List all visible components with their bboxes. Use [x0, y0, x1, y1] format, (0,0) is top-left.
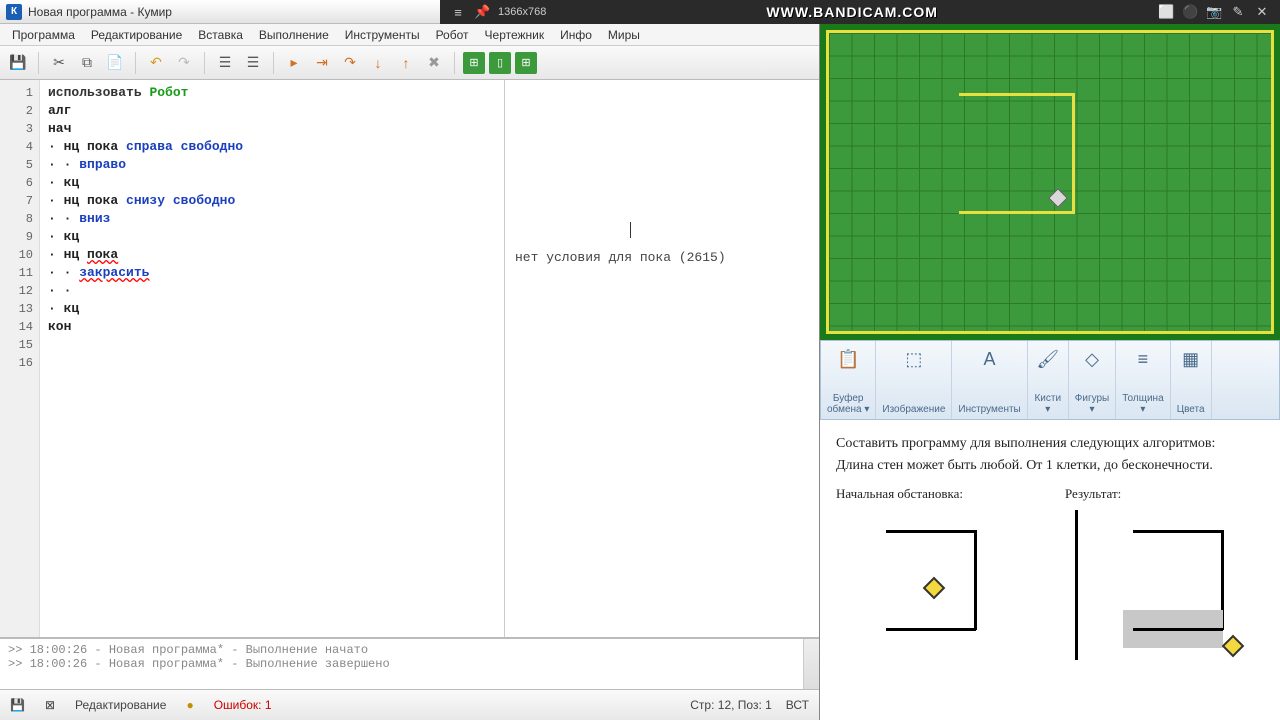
ribbon-label: Толщина▾ — [1122, 393, 1163, 415]
status-errors: Ошибок: 1 — [214, 698, 272, 712]
task-fig-before — [836, 510, 1006, 650]
ribbon-буфер[interactable]: 📋 Буферобмена ▾ — [821, 341, 876, 419]
step-out-icon[interactable]: ↑ — [394, 51, 418, 75]
task-fig-after — [1065, 510, 1235, 650]
paint-ribbon: 📋 Буферобмена ▾ ⬚ Изображение A Инструменты 🖌 К… — [820, 340, 1280, 420]
ribbon-icon: ▦ — [1177, 345, 1205, 373]
wall-top — [959, 93, 1074, 96]
ribbon-кисти[interactable]: 🖌 Кисти▾ — [1028, 341, 1069, 419]
ribbon-icon: 📋 — [834, 345, 862, 373]
redo-icon[interactable]: ↷ — [172, 51, 196, 75]
ribbon-инструменты[interactable]: A Инструменты — [952, 341, 1027, 419]
robot-actor-icon — [1048, 188, 1068, 208]
step-into-icon[interactable]: ↓ — [366, 51, 390, 75]
resolution-label: 1366x768 — [498, 6, 546, 18]
ribbon-фигуры[interactable]: ◇ Фигуры▾ — [1069, 341, 1116, 419]
kumir-logo-icon: К — [6, 4, 22, 20]
stop-icon[interactable]: ✖ — [422, 51, 446, 75]
discard-icon[interactable]: ⊠ — [45, 698, 55, 712]
ribbon-icon: ◇ — [1078, 345, 1106, 373]
line-gutter: 12345678910111213141516 — [0, 80, 40, 637]
ribbon-изображение[interactable]: ⬚ Изображение — [876, 341, 952, 419]
module-col-icon[interactable]: ▯ — [489, 52, 511, 74]
status-cursor-pos: Стр: 12, Поз: 1 — [690, 698, 772, 712]
wall-bottom — [959, 211, 1075, 214]
bandicam-overlay: ≡ 📌 1366x768 WWW.BANDICAM.COM ⬜ ⚫ 📷 ✎ ✕ — [440, 0, 1280, 24]
menu-робот[interactable]: Робот — [428, 26, 477, 44]
ide-menubar[interactable]: ПрограммаРедактированиеВставкаВыполнение… — [0, 24, 819, 46]
run-icon[interactable]: ▸ — [282, 51, 306, 75]
close-icon[interactable]: ✕ — [1254, 4, 1270, 20]
task-line2: Длина стен может быть любой. От 1 клетки… — [836, 458, 1264, 474]
record-icon[interactable]: ⚫ — [1182, 4, 1198, 20]
task-line1: Составить программу для выполнения следу… — [836, 436, 1264, 452]
step-over-icon[interactable]: ↷ — [338, 51, 362, 75]
copy-icon[interactable]: ⧉ — [75, 51, 99, 75]
ribbon-label: Инструменты — [958, 404, 1020, 415]
output-line: >> 18:00:26 - Новая программа* - Выполне… — [8, 657, 811, 671]
robot-grid[interactable] — [826, 30, 1274, 334]
ribbon-label: Фигуры▾ — [1075, 393, 1109, 415]
text-cursor-icon — [630, 222, 631, 238]
output-scrollbar[interactable] — [803, 639, 819, 689]
ide-toolbar: 💾 ✂ ⧉ 📄 ↶ ↷ ☰ ☰ ▸ ⇥ ↷ ↓ ↑ ✖ ⊞ ▯ ⊞ — [0, 46, 819, 80]
step-icon[interactable]: ⇥ — [310, 51, 334, 75]
menu-миры[interactable]: Миры — [600, 26, 648, 44]
save-icon[interactable]: 💾 — [6, 51, 30, 75]
ribbon-цвета[interactable]: ▦ Цвета — [1171, 341, 1212, 419]
compile-error-text: нет условия для пока (2615) — [515, 250, 726, 265]
robot-window: Робот - временная — [820, 0, 1280, 340]
ribbon-label: Кисти▾ — [1034, 393, 1061, 415]
module-plus-icon[interactable]: ⊞ — [515, 52, 537, 74]
indent-icon[interactable]: ☰ — [213, 51, 237, 75]
ribbon-icon: ≡ — [1129, 345, 1157, 373]
menu-программа[interactable]: Программа — [4, 26, 83, 44]
paste-icon[interactable]: 📄 — [103, 51, 127, 75]
output-line: >> 18:00:26 - Новая программа* - Выполне… — [8, 643, 811, 657]
fullscreen-icon[interactable]: ⬜ — [1158, 4, 1174, 20]
code-editor[interactable]: 12345678910111213141516 использовать Роб… — [0, 80, 505, 637]
ribbon-label: Буферобмена ▾ — [827, 393, 869, 415]
task-after-label: Результат: — [1065, 486, 1264, 502]
menu-вставка[interactable]: Вставка — [190, 26, 251, 44]
pin-icon[interactable]: 📌 — [474, 4, 490, 20]
ribbon-label: Изображение — [882, 404, 945, 415]
error-panel: нет условия для пока (2615) — [505, 80, 819, 637]
camera-icon[interactable]: 📷 — [1206, 4, 1222, 20]
status-insertmode: ВСТ — [786, 698, 809, 712]
warning-icon: ● — [186, 698, 193, 712]
cut-icon[interactable]: ✂ — [47, 51, 71, 75]
kumir-ide-window: К Новая программа - Кумир ПрограммаРедак… — [0, 0, 820, 720]
status-mode: Редактирование — [75, 698, 166, 712]
robot-end-icon — [1222, 635, 1245, 658]
ide-title-text: Новая программа - Кумир — [28, 5, 172, 19]
menu-чертежник[interactable]: Чертежник — [477, 26, 553, 44]
undo-icon[interactable]: ↶ — [144, 51, 168, 75]
menu-инструменты[interactable]: Инструменты — [337, 26, 428, 44]
bandicam-watermark: WWW.BANDICAM.COM — [556, 4, 1148, 20]
ribbon-icon: 🖌 — [1034, 345, 1062, 373]
ribbon-icon: A — [976, 345, 1004, 373]
menu-редактирование[interactable]: Редактирование — [83, 26, 190, 44]
robot-start-icon — [923, 577, 946, 600]
robot-field-area[interactable] — [820, 24, 1280, 340]
menu-инфо[interactable]: Инфо — [552, 26, 600, 44]
ide-statusbar: 💾 ⊠ Редактирование ● Ошибок: 1 Стр: 12, … — [0, 690, 819, 720]
burger-icon[interactable]: ≡ — [450, 5, 466, 20]
pencil-icon[interactable]: ✎ — [1230, 4, 1246, 20]
outdent-icon[interactable]: ☰ — [241, 51, 265, 75]
ribbon-icon: ⬚ — [900, 345, 928, 373]
menu-выполнение[interactable]: Выполнение — [251, 26, 337, 44]
ribbon-толщина[interactable]: ≡ Толщина▾ — [1116, 341, 1170, 419]
wall-right — [1072, 93, 1075, 213]
task-document[interactable]: Составить программу для выполнения следу… — [820, 420, 1280, 720]
code-text[interactable]: использовать Роботалгнач· нц пока справа… — [40, 80, 504, 637]
output-console[interactable]: >> 18:00:26 - Новая программа* - Выполне… — [0, 638, 819, 690]
ribbon-label: Цвета — [1177, 404, 1205, 415]
save-small-icon[interactable]: 💾 — [10, 698, 25, 712]
task-before-label: Начальная обстановка: — [836, 486, 1035, 502]
module-grid-icon[interactable]: ⊞ — [463, 52, 485, 74]
